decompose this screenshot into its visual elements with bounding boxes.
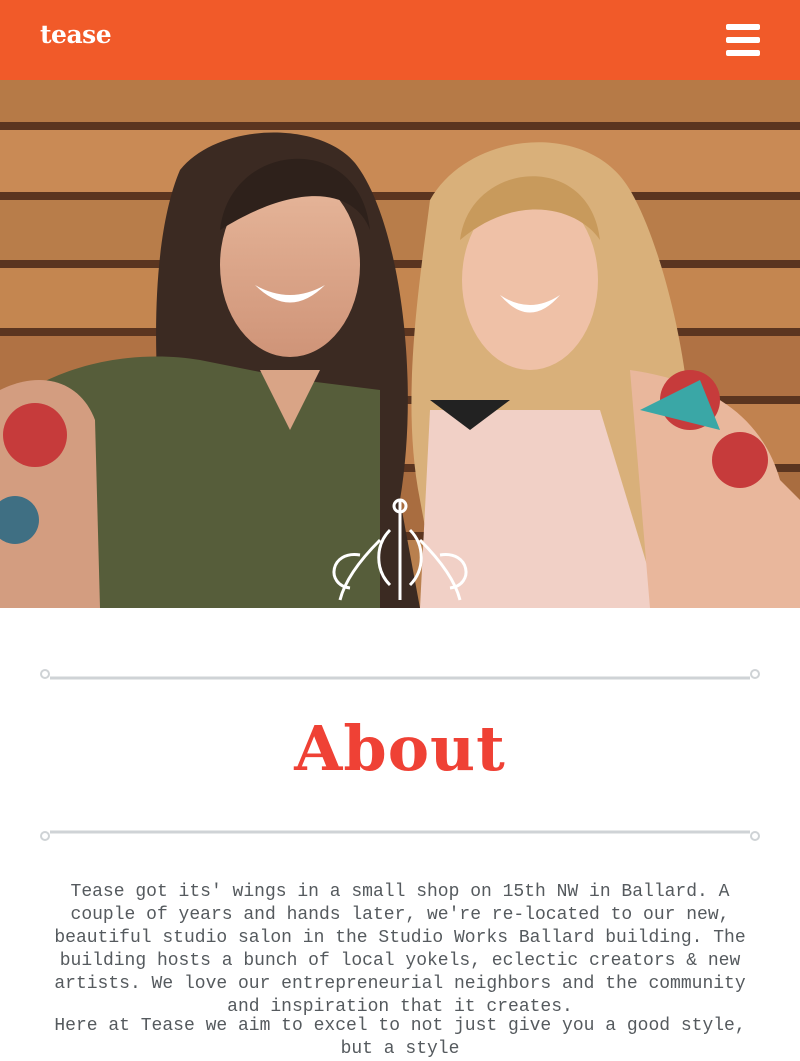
hamburger-menu-icon[interactable] bbox=[726, 24, 760, 56]
bottom-divider bbox=[40, 830, 760, 841]
page-title: About bbox=[294, 712, 506, 785]
top-divider bbox=[40, 669, 760, 680]
about-paragraph-1: Tease got its' wings in a small shop on … bbox=[54, 882, 746, 1017]
about-paragraph-2: Here at Tease we aim to excel to not jus… bbox=[54, 1016, 746, 1059]
site-header: tease bbox=[0, 0, 800, 80]
hero-photo bbox=[0, 80, 800, 608]
site-logo[interactable]: tease bbox=[40, 20, 112, 49]
